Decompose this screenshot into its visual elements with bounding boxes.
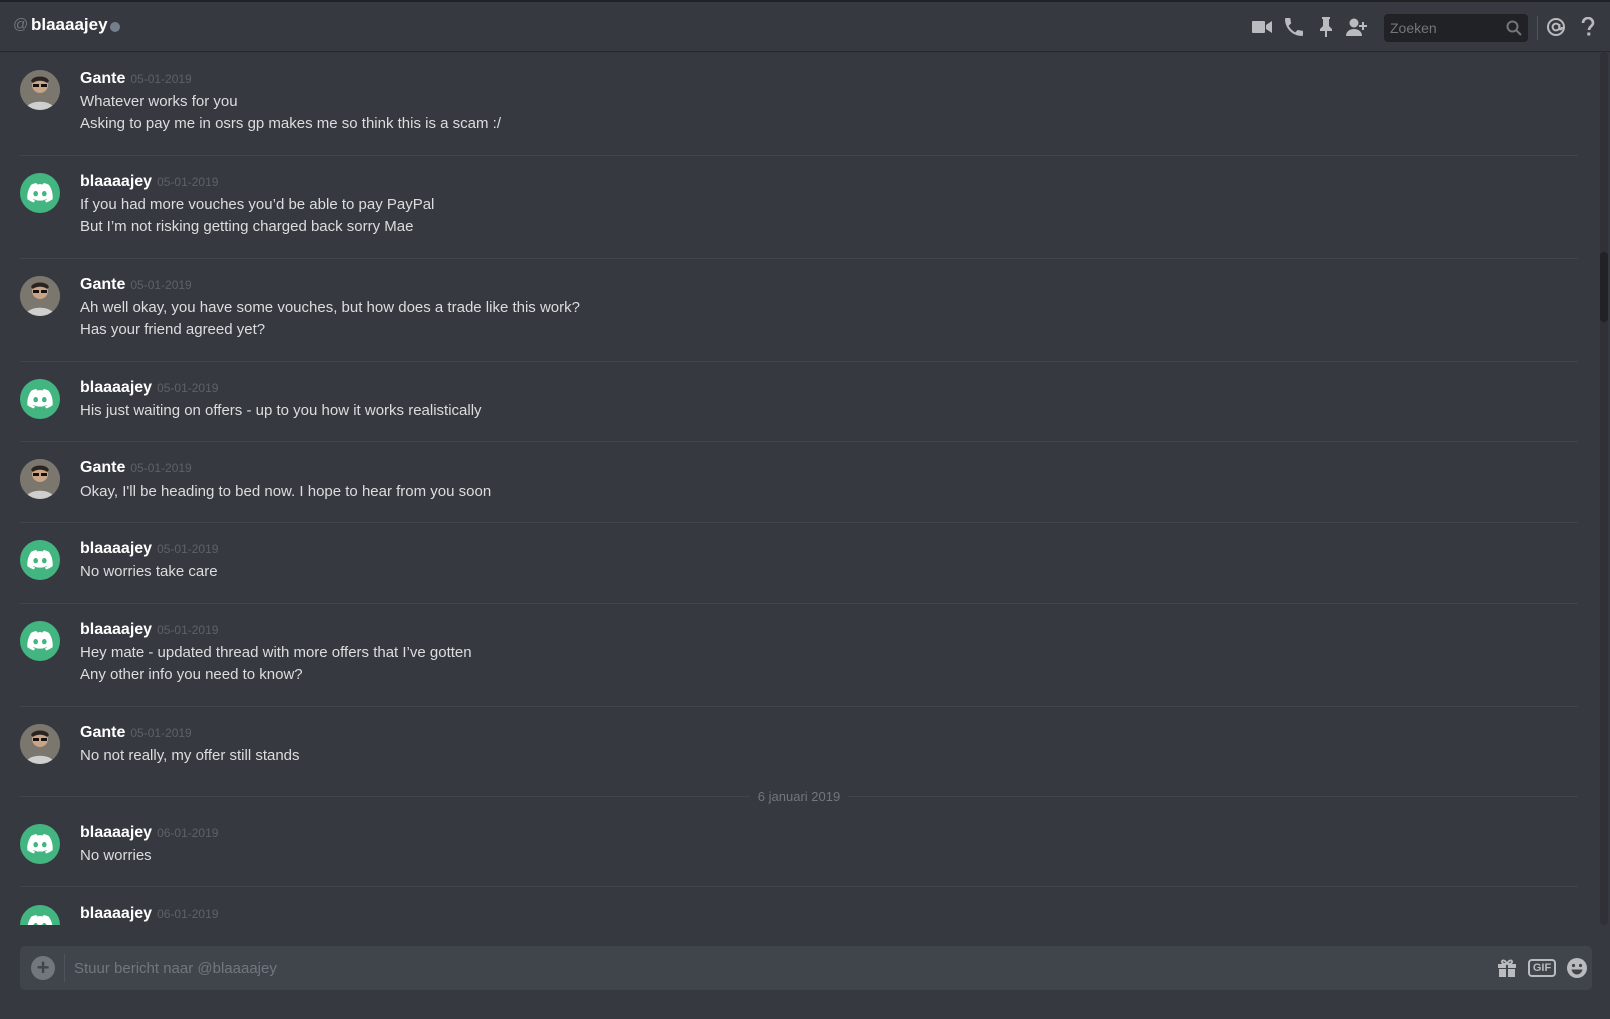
gif-button[interactable]: GIF bbox=[1527, 956, 1557, 980]
dm-window: @ blaaaajey Zoeken Gante 05-01-2019 What… bbox=[0, 0, 1610, 1019]
message-text: If you had more vouches you’d be able to… bbox=[80, 196, 435, 213]
avatar[interactable] bbox=[20, 70, 60, 110]
message-divider bbox=[20, 441, 1578, 442]
discord-logo-icon bbox=[27, 834, 53, 854]
message-username[interactable]: Gante 05-01-2019 bbox=[80, 459, 192, 477]
upload-button[interactable]: + bbox=[31, 956, 55, 980]
gif-label: GIF bbox=[1527, 959, 1557, 977]
message-timestamp: 05-01-2019 bbox=[130, 72, 192, 86]
message-username[interactable]: blaaaajey 06-01-2019 bbox=[80, 905, 218, 923]
message-text: His just waiting on offers - up to you h… bbox=[80, 402, 482, 419]
avatar[interactable] bbox=[20, 824, 60, 864]
message-composer: + GIF bbox=[20, 946, 1592, 990]
phone-icon[interactable] bbox=[1283, 16, 1305, 38]
channel-name: blaaaajey bbox=[31, 15, 108, 34]
message-divider bbox=[20, 258, 1578, 259]
emoji-icon[interactable] bbox=[1566, 956, 1588, 980]
discord-logo-icon bbox=[27, 183, 53, 203]
discord-logo-icon bbox=[27, 550, 53, 570]
message-text: No worries take care bbox=[80, 563, 218, 580]
plus-icon: + bbox=[36, 955, 50, 980]
at-icon[interactable] bbox=[1545, 16, 1567, 38]
message-timestamp: 06-01-2019 bbox=[157, 826, 219, 840]
discord-logo-icon bbox=[27, 915, 53, 925]
message-text: Whatever works for you bbox=[80, 93, 238, 110]
message-username[interactable]: blaaaajey 06-01-2019 bbox=[80, 824, 218, 842]
date-divider-label: 6 januari 2019 bbox=[749, 789, 849, 804]
header-divider bbox=[1537, 16, 1538, 40]
message-username[interactable]: Gante 05-01-2019 bbox=[80, 70, 192, 88]
message-text: Hey mate - updated thread with more offe… bbox=[80, 644, 472, 661]
message-username[interactable]: Gante 05-01-2019 bbox=[80, 724, 192, 742]
search-input[interactable] bbox=[1384, 14, 1504, 42]
message-text: No worries bbox=[80, 847, 152, 864]
message-timestamp: 05-01-2019 bbox=[130, 461, 192, 475]
date-divider: 6 januari 2019 bbox=[20, 789, 1578, 804]
message-input[interactable] bbox=[74, 946, 1474, 990]
message-text: Has your friend agreed yet? bbox=[80, 321, 266, 338]
avatar[interactable] bbox=[20, 540, 60, 580]
message-username[interactable]: blaaaajey 05-01-2019 bbox=[80, 540, 218, 558]
avatar[interactable] bbox=[20, 724, 60, 764]
message-divider bbox=[20, 155, 1578, 156]
avatar[interactable] bbox=[20, 621, 60, 661]
message-text: No not really, my offer still stands bbox=[80, 747, 300, 764]
message-username[interactable]: blaaaajey 05-01-2019 bbox=[80, 379, 218, 397]
avatar[interactable] bbox=[20, 379, 60, 419]
message-divider bbox=[20, 522, 1578, 523]
message-timestamp: 05-01-2019 bbox=[130, 278, 192, 292]
gift-icon[interactable] bbox=[1496, 956, 1518, 980]
avatar[interactable] bbox=[20, 276, 60, 316]
pin-icon[interactable] bbox=[1315, 16, 1337, 38]
discord-logo-icon bbox=[27, 631, 53, 651]
status-offline-icon bbox=[110, 22, 120, 32]
search-bar[interactable] bbox=[1384, 14, 1528, 42]
scrollbar-track[interactable] bbox=[1600, 52, 1608, 925]
message-username[interactable]: blaaaajey 05-01-2019 bbox=[80, 173, 218, 191]
avatar[interactable] bbox=[20, 459, 60, 499]
message-divider bbox=[20, 886, 1578, 887]
at-sign-icon: @ bbox=[13, 16, 29, 33]
message-username[interactable]: Gante 05-01-2019 bbox=[80, 276, 192, 294]
message-timestamp: 05-01-2019 bbox=[157, 175, 219, 189]
message-timestamp: 05-01-2019 bbox=[157, 623, 219, 637]
help-icon[interactable] bbox=[1577, 16, 1599, 38]
message-text: Asking to pay me in osrs gp makes me so … bbox=[80, 115, 501, 132]
message-text: But I’m not risking getting charged back… bbox=[80, 218, 414, 235]
message-divider bbox=[20, 603, 1578, 604]
discord-logo-icon bbox=[27, 389, 53, 409]
message-timestamp: 05-01-2019 bbox=[157, 381, 219, 395]
video-camera-icon[interactable] bbox=[1251, 16, 1273, 38]
message-divider bbox=[20, 361, 1578, 362]
message-text: Okay, I'll be heading to bed now. I hope… bbox=[80, 483, 492, 500]
scrollbar-thumb[interactable] bbox=[1600, 252, 1608, 322]
message-timestamp: 05-01-2019 bbox=[157, 542, 219, 556]
add-friend-icon[interactable] bbox=[1346, 16, 1368, 38]
search-icon bbox=[1506, 20, 1522, 36]
message-text: Ah well okay, you have some vouches, but… bbox=[80, 299, 580, 316]
avatar[interactable] bbox=[20, 905, 60, 925]
message-list[interactable]: Gante 05-01-2019 Whatever works for you A… bbox=[0, 52, 1600, 925]
message-timestamp: 06-01-2019 bbox=[157, 907, 219, 921]
avatar[interactable] bbox=[20, 173, 60, 213]
channel-header: @ blaaaajey bbox=[0, 0, 1610, 51]
composer-divider bbox=[64, 954, 65, 982]
message-username[interactable]: blaaaajey 05-01-2019 bbox=[80, 621, 218, 639]
message-divider bbox=[20, 706, 1578, 707]
message-text: Any other info you need to know? bbox=[80, 666, 303, 683]
message-timestamp: 05-01-2019 bbox=[130, 726, 192, 740]
